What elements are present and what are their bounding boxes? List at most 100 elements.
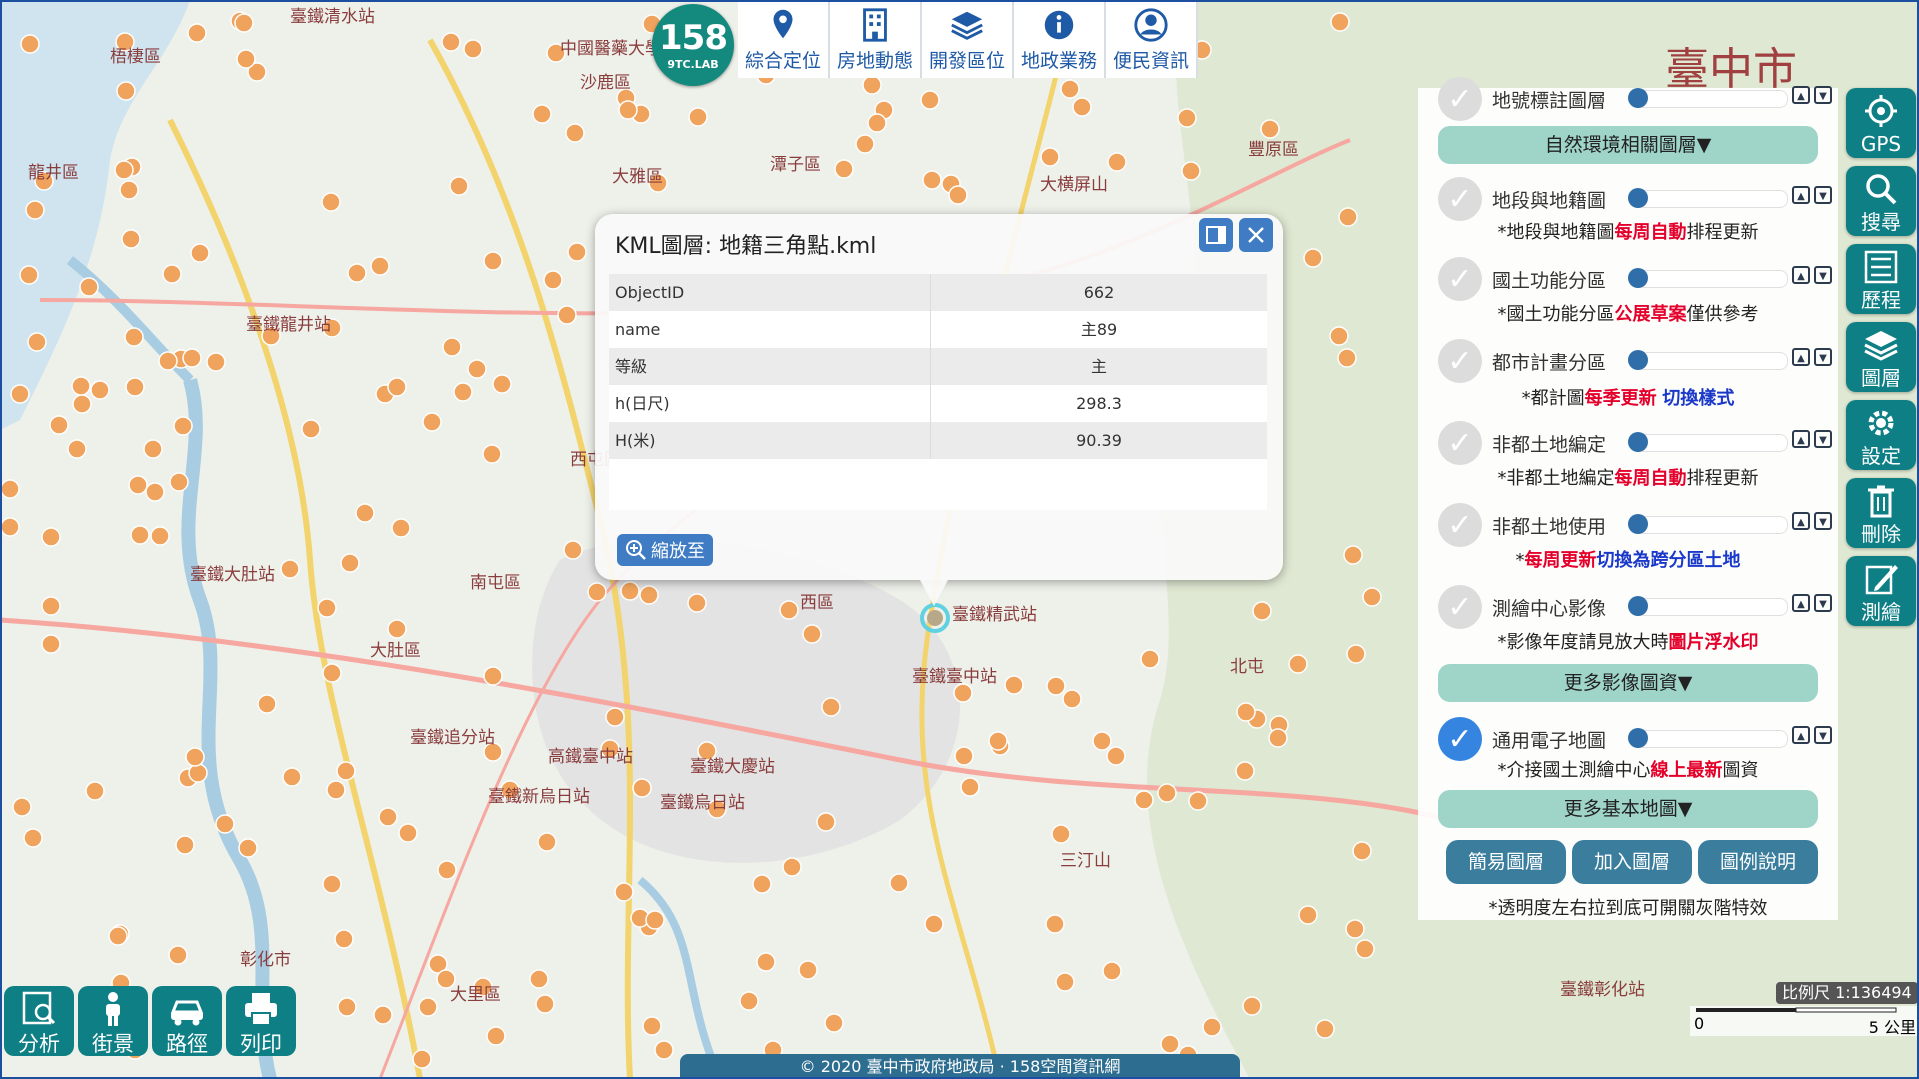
triangulation-point-marker[interactable] (920, 90, 940, 110)
triangulation-point-marker[interactable] (537, 832, 557, 852)
opacity-slider[interactable] (1636, 90, 1788, 108)
triangulation-point-marker[interactable] (72, 394, 92, 414)
triangulation-point-marker[interactable] (169, 472, 189, 492)
triangulation-point-marker[interactable] (90, 380, 110, 400)
triangulation-point-marker[interactable] (1236, 702, 1256, 722)
triangulation-point-marker[interactable] (1188, 791, 1208, 811)
triangulation-point-marker[interactable] (1202, 1017, 1222, 1037)
triangulation-point-marker[interactable] (340, 553, 360, 573)
triangulation-point-marker[interactable] (620, 581, 640, 601)
layers-button[interactable]: 圖層 (1846, 322, 1916, 392)
triangulation-point-marker[interactable] (605, 707, 625, 727)
triangulation-point-marker[interactable] (188, 763, 208, 783)
triangulation-point-marker[interactable] (922, 170, 942, 190)
triangulation-point-marker[interactable] (114, 160, 134, 180)
triangulation-point-marker[interactable] (532, 104, 552, 124)
settings-button[interactable]: 設定 (1846, 400, 1916, 470)
triangulation-point-marker[interactable] (25, 200, 45, 220)
triangulation-point-marker[interactable] (1040, 147, 1060, 167)
triangulation-point-marker[interactable] (529, 969, 549, 989)
triangulation-point-marker[interactable] (347, 263, 367, 283)
layer-checkbox[interactable]: ✓ (1438, 77, 1482, 121)
triangulation-point-marker[interactable] (1303, 248, 1323, 268)
triangulation-point-marker[interactable] (1134, 790, 1154, 810)
triangulation-point-marker[interactable] (116, 81, 136, 101)
opacity-slider[interactable] (1636, 730, 1788, 748)
popup-close-button[interactable] (1239, 218, 1273, 252)
triangulation-point-marker[interactable] (280, 559, 300, 579)
triangulation-point-marker[interactable] (370, 256, 390, 276)
opacity-slider[interactable] (1636, 270, 1788, 288)
move-up-button[interactable]: ▲ (1792, 86, 1810, 104)
triangulation-point-marker[interactable] (398, 823, 418, 843)
triangulation-point-marker[interactable] (1352, 841, 1372, 861)
triangulation-point-marker[interactable] (124, 327, 144, 347)
triangulation-point-marker[interactable] (632, 778, 652, 798)
triangulation-point-marker[interactable] (1337, 348, 1357, 368)
layer-checkbox[interactable]: ✓ (1438, 503, 1482, 547)
print-button[interactable]: 列印 (226, 986, 296, 1056)
move-down-button[interactable]: ▼ (1814, 594, 1832, 612)
triangulation-point-marker[interactable] (236, 49, 256, 69)
triangulation-point-marker[interactable] (687, 593, 707, 613)
add-layer-button[interactable]: 加入圖層 (1572, 840, 1692, 884)
triangulation-point-marker[interactable] (150, 526, 170, 546)
triangulation-point-marker[interactable] (1160, 1034, 1180, 1054)
move-up-button[interactable]: ▲ (1792, 726, 1810, 744)
triangulation-point-marker[interactable] (1346, 644, 1366, 664)
triangulation-point-marker[interactable] (387, 619, 407, 639)
slider-knob[interactable] (1628, 728, 1648, 748)
triangulation-point-marker[interactable] (19, 265, 39, 285)
triangulation-point-marker[interactable] (442, 337, 462, 357)
triangulation-point-marker[interactable] (463, 39, 483, 59)
triangulation-point-marker[interactable] (1268, 728, 1288, 748)
triangulation-point-marker[interactable] (373, 1005, 393, 1025)
triangulation-point-marker[interactable] (128, 475, 148, 495)
slider-knob[interactable] (1628, 188, 1648, 208)
triangulation-point-marker[interactable] (71, 376, 91, 396)
triangulation-point-marker[interactable] (1072, 97, 1092, 117)
triangulation-point-marker[interactable] (145, 482, 165, 502)
layer-checkbox[interactable]: ✓ (1438, 421, 1482, 465)
triangulation-point-marker[interactable] (355, 503, 375, 523)
triangulation-point-marker[interactable] (158, 351, 178, 371)
triangulation-point-marker[interactable] (988, 731, 1008, 751)
triangulation-point-marker[interactable] (954, 746, 974, 766)
cross-zone-link[interactable]: 切換為跨分區土地 (1597, 550, 1741, 571)
triangulation-point-marker[interactable] (322, 874, 342, 894)
real-estate-button[interactable]: 房地動態 (830, 0, 922, 78)
layer-checkbox[interactable]: ✓ (1438, 717, 1482, 761)
gps-button[interactable]: GPS (1846, 88, 1916, 158)
triangulation-point-marker[interactable] (1355, 939, 1375, 959)
triangulation-point-marker[interactable] (1298, 905, 1318, 925)
triangulation-point-marker[interactable] (889, 873, 909, 893)
triangulation-point-marker[interactable] (215, 814, 235, 834)
triangulation-point-marker[interactable] (173, 416, 193, 436)
triangulation-point-marker[interactable] (1062, 689, 1082, 709)
triangulation-point-marker[interactable] (185, 747, 205, 767)
triangulation-point-marker[interactable] (798, 960, 818, 980)
move-up-button[interactable]: ▲ (1792, 348, 1810, 366)
slider-knob[interactable] (1628, 432, 1648, 452)
move-up-button[interactable]: ▲ (1792, 266, 1810, 284)
move-up-button[interactable]: ▲ (1792, 430, 1810, 448)
popup-dock-button[interactable] (1199, 218, 1233, 252)
layer-checkbox[interactable]: ✓ (1438, 339, 1482, 383)
triangulation-point-marker[interactable] (190, 243, 210, 263)
layer-checkbox[interactable]: ✓ (1438, 585, 1482, 629)
development-zone-button[interactable]: 開發區位 (922, 0, 1014, 78)
triangulation-point-marker[interactable] (782, 857, 802, 877)
triangulation-point-marker[interactable] (234, 13, 254, 33)
triangulation-point-marker[interactable] (41, 596, 61, 616)
slider-knob[interactable] (1628, 268, 1648, 288)
triangulation-point-marker[interactable] (1242, 996, 1262, 1016)
triangulation-point-marker[interactable] (301, 419, 321, 439)
triangulation-point-marker[interactable] (79, 277, 99, 297)
triangulation-point-marker[interactable] (1343, 545, 1363, 565)
opacity-slider[interactable] (1636, 352, 1788, 370)
triangulation-point-marker[interactable] (535, 994, 555, 1014)
triangulation-point-marker[interactable] (449, 176, 469, 196)
history-button[interactable]: 歷程 (1846, 244, 1916, 314)
move-down-button[interactable]: ▼ (1814, 512, 1832, 530)
triangulation-point-marker[interactable] (855, 134, 875, 154)
